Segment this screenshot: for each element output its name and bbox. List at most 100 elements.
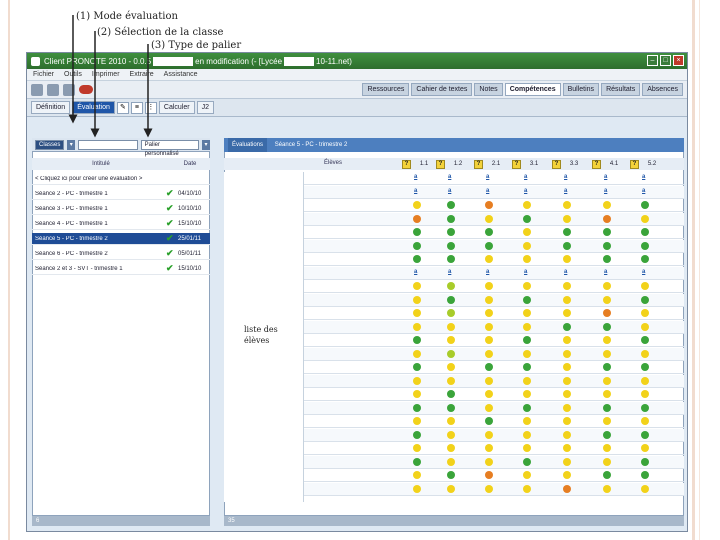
competence-dot[interactable] [485, 390, 493, 398]
absent-mark[interactable]: a [414, 269, 417, 275]
chevron-down-icon[interactable]: ▾ [67, 139, 76, 150]
chevron-down-icon[interactable]: ▾ [202, 139, 210, 150]
create-evaluation-row[interactable]: < Cliquez ici pour créer une évaluation … [32, 173, 210, 185]
competence-dot[interactable] [447, 349, 455, 358]
competence-dot[interactable] [485, 201, 493, 209]
competence-dot[interactable] [563, 336, 571, 344]
competence-dot[interactable] [603, 295, 611, 304]
competence-dot[interactable] [447, 417, 455, 425]
competence-dot[interactable] [447, 444, 455, 452]
competence-dot[interactable] [603, 241, 611, 250]
tool-icon[interactable] [63, 83, 75, 96]
competence-dot[interactable] [523, 336, 531, 344]
competence-dot[interactable] [485, 363, 493, 371]
competence-dot[interactable] [641, 471, 649, 479]
competence-dot[interactable] [523, 390, 531, 398]
competence-dot[interactable] [413, 228, 421, 236]
help-icon[interactable]: ? [630, 160, 639, 169]
menu-extraire[interactable]: Extraire [130, 71, 154, 78]
competence-dot[interactable] [603, 255, 611, 263]
competence-dot[interactable] [447, 430, 455, 439]
competence-dot[interactable] [641, 457, 649, 466]
competence-dot[interactable] [563, 444, 571, 452]
competence-dot[interactable] [447, 403, 455, 412]
competence-dot[interactable] [447, 241, 455, 250]
competence-dot[interactable] [413, 336, 421, 344]
student-row[interactable] [304, 293, 684, 307]
competence-column-header[interactable]: 3.3 [564, 158, 584, 170]
help-icon[interactable]: ? [512, 160, 521, 169]
absent-mark[interactable]: a [448, 188, 451, 194]
competence-dot[interactable] [563, 255, 571, 263]
competence-dot[interactable] [563, 228, 571, 236]
competence-dot[interactable] [563, 309, 571, 317]
competence-dot[interactable] [641, 336, 649, 344]
help-icon[interactable]: ? [436, 160, 445, 169]
competence-dot[interactable] [485, 228, 493, 236]
competence-dot[interactable] [523, 403, 531, 412]
competence-dot[interactable] [413, 417, 421, 425]
competence-dot[interactable] [523, 444, 531, 452]
absent-mark[interactable]: a [524, 174, 527, 180]
competence-dot[interactable] [485, 430, 493, 439]
student-row[interactable] [304, 280, 684, 293]
competence-dot[interactable] [523, 417, 531, 425]
competence-dot[interactable] [447, 322, 455, 331]
competence-dot[interactable] [523, 201, 531, 209]
absent-mark[interactable]: a [642, 188, 645, 194]
competence-dot[interactable] [641, 201, 649, 209]
student-row[interactable] [304, 374, 684, 388]
student-row[interactable] [304, 482, 684, 496]
competence-dot[interactable] [485, 322, 493, 331]
competence-dot[interactable] [603, 336, 611, 344]
competence-dot[interactable] [641, 282, 649, 290]
competence-dot[interactable] [523, 457, 531, 466]
tab-resultats[interactable]: Résultats [601, 83, 641, 96]
competence-dot[interactable] [447, 336, 455, 344]
competence-dot[interactable] [523, 282, 531, 290]
print-icon[interactable] [31, 83, 43, 96]
competence-dot[interactable] [447, 390, 455, 398]
help-icon[interactable]: ? [402, 160, 411, 169]
competence-dot[interactable] [523, 363, 531, 371]
competence-dot[interactable] [447, 471, 455, 479]
competence-dot[interactable] [485, 444, 493, 452]
student-row[interactable] [304, 388, 684, 401]
competence-dot[interactable] [603, 322, 611, 331]
student-row[interactable] [304, 239, 684, 253]
competence-dot[interactable] [413, 349, 421, 358]
competence-dot[interactable] [485, 376, 493, 385]
competence-dot[interactable] [603, 457, 611, 466]
competence-dot[interactable] [603, 376, 611, 385]
maximize-button[interactable]: □ [660, 55, 671, 66]
competence-dot[interactable] [413, 484, 421, 493]
competence-dot[interactable] [641, 255, 649, 263]
competence-dot[interactable] [447, 201, 455, 209]
student-row[interactable] [304, 361, 684, 374]
evaluation-row[interactable]: Séance 2 - PC - trimestre 1 ✔ 04/10/10 [32, 188, 210, 200]
competence-dot[interactable] [485, 349, 493, 358]
student-row[interactable] [304, 415, 684, 428]
competence-dot[interactable] [641, 444, 649, 452]
competence-dot[interactable] [603, 349, 611, 358]
student-row[interactable] [304, 307, 684, 320]
student-row[interactable] [304, 455, 684, 469]
evaluation-row[interactable]: Séance 4 - PC - trimestre 1 ✔ 15/10/10 [32, 218, 210, 230]
competence-dot[interactable] [447, 376, 455, 385]
student-row[interactable] [304, 334, 684, 347]
absent-mark[interactable]: a [524, 188, 527, 194]
competence-column-header[interactable]: 2.1 [486, 158, 506, 170]
competence-dot[interactable] [563, 349, 571, 358]
competence-dot[interactable] [413, 241, 421, 250]
competence-dot[interactable] [641, 228, 649, 236]
competence-dot[interactable] [413, 282, 421, 290]
competence-dot[interactable] [603, 471, 611, 479]
competence-dot[interactable] [523, 484, 531, 493]
competence-dot[interactable] [563, 417, 571, 425]
absent-mark[interactable]: a [486, 188, 489, 194]
competence-dot[interactable] [523, 376, 531, 385]
competence-dot[interactable] [413, 322, 421, 331]
competence-dot[interactable] [603, 444, 611, 452]
competence-dot[interactable] [641, 403, 649, 412]
competence-dot[interactable] [563, 322, 571, 331]
